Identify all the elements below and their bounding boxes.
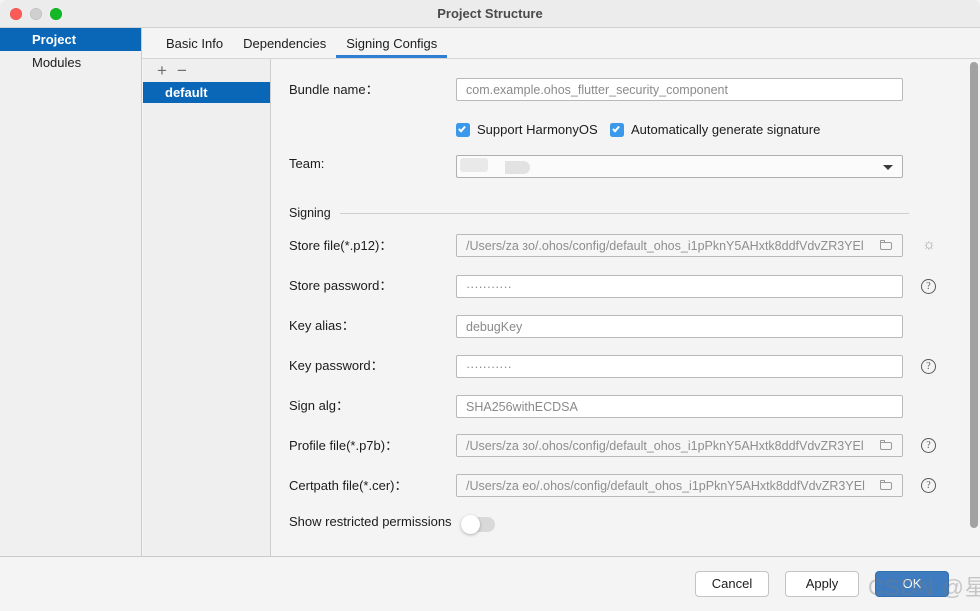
fingerprint-icon[interactable]: ☼ bbox=[921, 237, 937, 253]
bundle-name-input[interactable]: com.example.ohos_flutter_security_compon… bbox=[456, 78, 903, 101]
show-restricted-permissions-label: Show restricted permissions bbox=[289, 514, 452, 529]
team-select[interactable] bbox=[456, 155, 903, 178]
help-icon[interactable]: ? bbox=[921, 478, 936, 493]
signing-config-toolbar: + − bbox=[143, 59, 270, 82]
signing-group-header: Signing bbox=[289, 206, 909, 220]
title-bar: Project Structure bbox=[0, 0, 980, 28]
list-item-default-config[interactable]: default bbox=[143, 82, 270, 103]
store-file-input[interactable]: /Users/za зo/.ohos/config/default_ohos_i… bbox=[456, 234, 903, 257]
checkbox-checked-icon bbox=[610, 122, 624, 137]
store-password-row: Store password： bbox=[289, 275, 392, 294]
window-title: Project Structure bbox=[437, 6, 543, 21]
store-password-input[interactable]: ··········· bbox=[456, 275, 903, 298]
key-alias-value: debugKey bbox=[466, 319, 523, 334]
group-divider bbox=[339, 212, 909, 214]
certpath-file-input[interactable]: /Users/za eo/.ohos/config/default_ohos_i… bbox=[456, 474, 903, 497]
ok-button[interactable]: OK bbox=[875, 571, 949, 597]
remove-config-button[interactable]: − bbox=[177, 62, 187, 79]
help-icon[interactable]: ? bbox=[921, 359, 936, 374]
team-value-redacted bbox=[460, 158, 488, 172]
key-password-row: Key password： bbox=[289, 355, 384, 374]
team-value-redacted-2 bbox=[488, 159, 514, 172]
folder-icon[interactable] bbox=[880, 240, 893, 251]
key-password-input[interactable]: ··········· bbox=[456, 355, 903, 378]
store-file-value: /Users/za зo/.ohos/config/default_ohos_i… bbox=[466, 238, 864, 253]
key-password-label: Key password： bbox=[289, 358, 384, 373]
bundle-name-row: Bundle name： bbox=[289, 79, 379, 98]
left-nav: Project Modules bbox=[0, 28, 142, 556]
add-config-button[interactable]: + bbox=[157, 62, 167, 79]
chevron-down-icon bbox=[883, 164, 893, 170]
auto-generate-signature-label: Automatically generate signature bbox=[631, 122, 821, 137]
sign-alg-value: SHA256withECDSA bbox=[466, 399, 578, 414]
signing-group-title: Signing bbox=[289, 206, 331, 220]
folder-icon[interactable] bbox=[880, 480, 893, 491]
certpath-file-row: Certpath file(*.cer)： bbox=[289, 475, 407, 494]
certpath-file-label: Certpath file(*.cer)： bbox=[289, 478, 408, 493]
help-icon[interactable]: ? bbox=[921, 279, 936, 294]
tab-signing-configs[interactable]: Signing Configs bbox=[336, 36, 448, 58]
auto-generate-signature-checkbox[interactable]: Automatically generate signature bbox=[610, 122, 820, 137]
dialog-footer: Cancel Apply OK bbox=[0, 556, 980, 611]
profile-file-value: /Users/za зo/.ohos/config/default_ohos_i… bbox=[466, 438, 864, 453]
key-alias-label: Key alias： bbox=[289, 318, 355, 333]
store-file-row: Store file(*.p12)： bbox=[289, 235, 392, 254]
key-alias-row: Key alias： bbox=[289, 315, 355, 334]
team-label: Team: bbox=[289, 156, 325, 171]
key-alias-input[interactable]: debugKey bbox=[456, 315, 903, 338]
tab-dependencies[interactable]: Dependencies bbox=[233, 36, 336, 58]
key-password-value: ··········· bbox=[466, 359, 512, 374]
certpath-file-value: /Users/za eo/.ohos/config/default_ohos_i… bbox=[466, 478, 865, 493]
vertical-scrollbar[interactable] bbox=[970, 62, 978, 546]
checkbox-checked-icon bbox=[456, 122, 470, 137]
team-value-redacted-3 bbox=[505, 161, 530, 174]
store-file-label: Store file(*.p12)： bbox=[289, 238, 393, 253]
show-restricted-permissions-row: Show restricted permissions bbox=[289, 514, 452, 529]
store-password-value: ··········· bbox=[466, 279, 512, 294]
toggle-knob bbox=[461, 515, 480, 534]
sidebar-item-project[interactable]: Project bbox=[0, 28, 141, 51]
sidebar-item-modules[interactable]: Modules bbox=[0, 51, 141, 74]
help-icon[interactable]: ? bbox=[921, 438, 936, 453]
show-restricted-permissions-toggle[interactable] bbox=[461, 515, 495, 534]
profile-file-input[interactable]: /Users/za зo/.ohos/config/default_ohos_i… bbox=[456, 434, 903, 457]
cancel-button[interactable]: Cancel bbox=[695, 571, 769, 597]
sign-alg-label: Sign alg： bbox=[289, 398, 349, 413]
store-password-label: Store password： bbox=[289, 278, 393, 293]
profile-file-label: Profile file(*.p7b)： bbox=[289, 438, 399, 453]
tab-bar: Basic Info Dependencies Signing Configs bbox=[142, 28, 980, 59]
project-structure-dialog: Project Structure Project Modules Basic … bbox=[0, 0, 980, 611]
support-harmonyos-checkbox[interactable]: Support HarmonyOS bbox=[456, 122, 598, 137]
sign-alg-input[interactable]: SHA256withECDSA bbox=[456, 395, 903, 418]
signing-config-form: Bundle name： com.example.ohos_flutter_se… bbox=[271, 59, 980, 556]
folder-icon[interactable] bbox=[880, 440, 893, 451]
sign-alg-row: Sign alg： bbox=[289, 395, 349, 414]
apply-button[interactable]: Apply bbox=[785, 571, 859, 597]
bundle-name-label: Bundle name： bbox=[289, 82, 379, 97]
bundle-name-value: com.example.ohos_flutter_security_compon… bbox=[466, 82, 728, 97]
signing-config-list-panel: + − default bbox=[143, 59, 271, 556]
profile-file-row: Profile file(*.p7b)： bbox=[289, 435, 398, 454]
support-harmonyos-label: Support HarmonyOS bbox=[477, 122, 598, 137]
tab-basic-info[interactable]: Basic Info bbox=[156, 36, 233, 58]
team-row: Team: bbox=[289, 156, 324, 171]
scrollbar-thumb[interactable] bbox=[970, 62, 978, 528]
